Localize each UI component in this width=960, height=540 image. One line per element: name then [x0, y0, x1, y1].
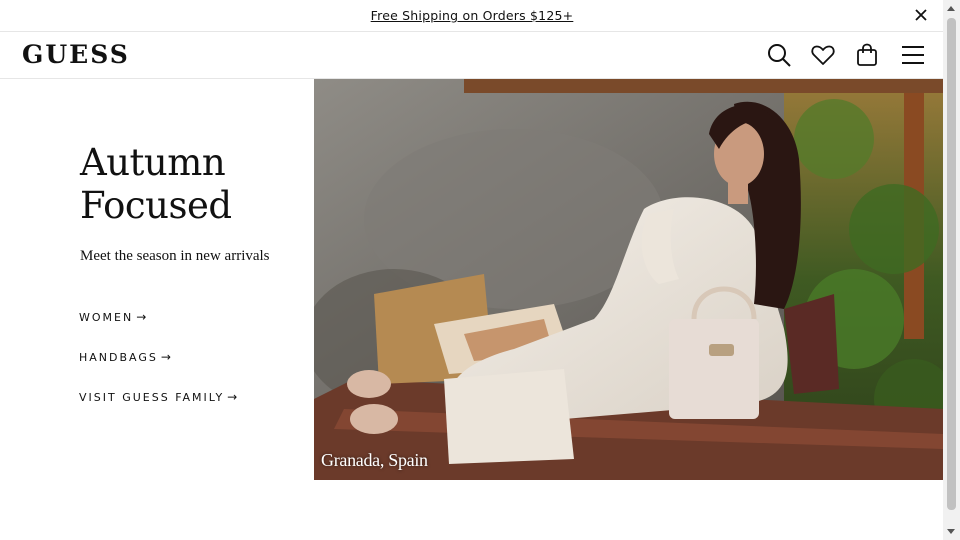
search-icon[interactable] [765, 41, 793, 69]
scrollbar-thumb[interactable] [947, 18, 956, 510]
location-caption: Granada, Spain [321, 450, 428, 470]
site-header: GUESS [0, 32, 944, 79]
arrow-right-icon: → [227, 390, 238, 404]
promo-bar: Free Shipping on Orders $125+ [0, 0, 944, 32]
page-scrollbar[interactable] [943, 0, 960, 540]
hero-subtitle: Meet the season in new arrivals [80, 248, 270, 264]
guess-logo[interactable]: GUESS [22, 40, 130, 69]
scroll-down-arrow-icon[interactable] [947, 529, 955, 534]
hero-title-line2: Focused [80, 184, 232, 227]
hero-photo-illustration [314, 79, 943, 480]
arrow-right-icon: → [160, 350, 171, 364]
visit-guess-family-link-label: VISIT GUESS FAMILY [79, 391, 225, 404]
hero-text-panel: Autumn Focused Meet the season in new ar… [0, 79, 314, 480]
handbags-link[interactable]: HANDBAGS → [79, 350, 171, 364]
menu-icon[interactable] [899, 41, 927, 69]
women-link[interactable]: WOMEN → [79, 310, 146, 324]
hero-image[interactable]: Granada, Spain [314, 79, 943, 480]
handbags-link-label: HANDBAGS [79, 351, 158, 364]
scroll-up-arrow-icon[interactable] [947, 6, 955, 11]
shopping-bag-icon[interactable] [853, 41, 881, 69]
visit-guess-family-link[interactable]: VISIT GUESS FAMILY → [79, 390, 237, 404]
arrow-right-icon: → [136, 310, 147, 324]
heart-icon[interactable] [809, 41, 837, 69]
free-shipping-link[interactable]: Free Shipping on Orders $125+ [371, 8, 574, 23]
women-link-label: WOMEN [79, 311, 134, 324]
hero-title: Autumn Focused [80, 141, 232, 227]
close-icon[interactable] [912, 6, 930, 24]
hero-title-line1: Autumn [80, 141, 226, 184]
